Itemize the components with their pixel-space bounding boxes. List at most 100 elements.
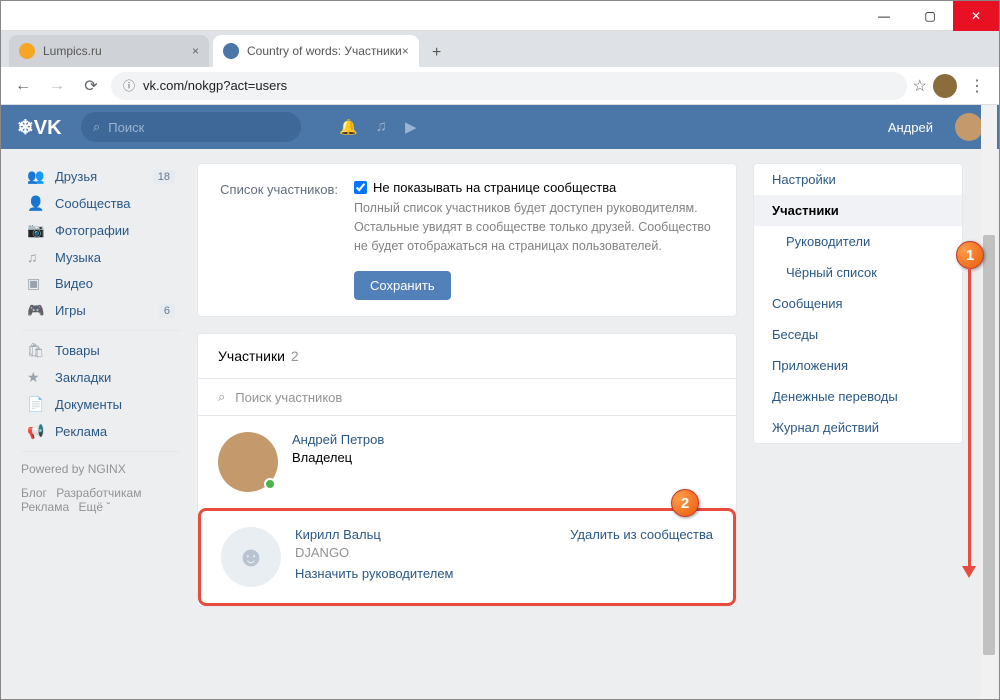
nav-documents[interactable]: 📄Документы — [21, 391, 181, 418]
footer-more[interactable]: Ещё ˇ — [78, 500, 110, 514]
music-nav-icon: ♫ — [27, 249, 45, 265]
annotation-arrow-head-icon — [962, 566, 976, 578]
save-button[interactable]: Сохранить — [354, 271, 451, 300]
viewport-scrollbar[interactable] — [981, 105, 997, 699]
right-nav: Настройки Участники Руководители Чёрный … — [753, 163, 963, 444]
member-role: Владелец — [292, 450, 716, 465]
footer-blog[interactable]: Блог — [21, 486, 47, 500]
vk-logo[interactable]: ❄VK — [17, 115, 67, 140]
nav-friends[interactable]: 👥Друзья18 — [21, 163, 181, 190]
documents-icon: 📄 — [27, 396, 45, 413]
member-avatar[interactable] — [218, 432, 278, 492]
nav-reload[interactable]: ⟳ — [77, 72, 105, 100]
rnav-chats[interactable]: Беседы — [754, 319, 962, 350]
search-icon: ⌕ — [93, 119, 100, 135]
bookmarks-icon: ★ — [27, 369, 45, 386]
nav-photos[interactable]: 📷Фотографии — [21, 217, 181, 244]
favicon-vk-icon — [223, 43, 239, 59]
video-icon: ▣ — [27, 275, 45, 292]
members-search[interactable]: ⌕ Поиск участников — [198, 379, 736, 416]
members-card: Участники 2 ⌕ Поиск участников Андрей Пе… — [197, 333, 737, 607]
bell-icon[interactable]: 🔔 — [339, 118, 358, 136]
tab-lumpics[interactable]: Lumpics.ru × — [9, 35, 209, 67]
bookmark-star[interactable]: ☆ — [913, 76, 927, 96]
friends-icon: 👥 — [27, 168, 45, 185]
favicon-lumpics-icon — [19, 43, 35, 59]
footer-powered: Powered by NGINX — [21, 462, 181, 476]
communities-icon: 👤 — [27, 195, 45, 212]
nav-communities[interactable]: 👤Сообщества — [21, 190, 181, 217]
rnav-messages[interactable]: Сообщения — [754, 288, 962, 319]
members-heading: Участники 2 — [198, 334, 736, 379]
page-body: 👥Друзья18 👤Сообщества 📷Фотографии ♫Музык… — [1, 149, 999, 623]
member-avatar[interactable]: ☻ — [221, 527, 281, 587]
nav-market[interactable]: 🛍Товары — [21, 337, 181, 364]
browser-menu[interactable]: ⋮ — [963, 76, 991, 96]
callout-1: 1 — [956, 241, 984, 269]
rnav-settings[interactable]: Настройки — [754, 164, 962, 195]
header-icons: 🔔 ♫ ▶ — [339, 118, 416, 136]
settings-card: Список участников: Не показывать на стра… — [197, 163, 737, 317]
badge: 18 — [153, 170, 175, 184]
header-username[interactable]: Андрей — [888, 120, 933, 135]
tab-label: Country of words: Участники — [247, 44, 402, 58]
nav-back[interactable]: ← — [9, 72, 37, 100]
vk-search[interactable]: ⌕ Поиск — [81, 112, 301, 142]
lock-icon: ⓘ — [123, 77, 135, 94]
remove-from-community-link[interactable]: Удалить из сообщества — [570, 527, 713, 542]
setting-description: Полный список участников будет доступен … — [354, 199, 716, 255]
center-column: Список участников: Не показывать на стра… — [197, 163, 737, 623]
member-row: Андрей Петров Владелец — [198, 416, 736, 508]
nav-music[interactable]: ♫Музыка — [21, 244, 181, 270]
vk-header: ❄VK ⌕ Поиск 🔔 ♫ ▶ Андрей — [1, 105, 999, 149]
rnav-blacklist[interactable]: Чёрный список — [754, 257, 962, 288]
assign-admin-link[interactable]: Назначить руководителем — [295, 566, 454, 581]
tab-close-icon[interactable]: × — [402, 44, 409, 58]
nav-ads[interactable]: 📢Реклама — [21, 418, 181, 445]
nav-video[interactable]: ▣Видео — [21, 270, 181, 297]
header-avatar[interactable] — [955, 113, 983, 141]
music-icon[interactable]: ♫ — [376, 118, 387, 136]
checkbox-input[interactable] — [354, 181, 367, 194]
setting-label: Список участников: — [218, 180, 338, 255]
address-bar: ← → ⟳ ⓘ vk.com/nokgp?act=users ☆ ⋮ — [1, 67, 999, 105]
left-nav: 👥Друзья18 👤Сообщества 📷Фотографии ♫Музык… — [21, 163, 181, 623]
profile-avatar[interactable] — [933, 74, 957, 98]
footer-ads[interactable]: Реклама — [21, 500, 69, 514]
footer-dev[interactable]: Разработчикам — [56, 486, 141, 500]
omnibox[interactable]: ⓘ vk.com/nokgp?act=users — [111, 72, 907, 100]
viewport: ❄VK ⌕ Поиск 🔔 ♫ ▶ Андрей 👥Друзья18 👤Сооб… — [1, 105, 999, 699]
photos-icon: 📷 — [27, 222, 45, 239]
tab-close-icon[interactable]: × — [192, 44, 199, 58]
nav-bookmarks[interactable]: ★Закладки — [21, 364, 181, 391]
rnav-members[interactable]: Участники — [754, 195, 962, 226]
tab-vk[interactable]: Country of words: Участники × — [213, 35, 419, 67]
member-extra: DJANGO — [295, 545, 713, 560]
rnav-apps[interactable]: Приложения — [754, 350, 962, 381]
tab-label: Lumpics.ru — [43, 44, 102, 58]
url-text: vk.com/nokgp?act=users — [143, 78, 287, 93]
browser-window: — ▢ ✕ Lumpics.ru × Country of words: Уча… — [0, 0, 1000, 700]
market-icon: 🛍 — [27, 342, 45, 359]
hide-members-checkbox[interactable]: Не показывать на странице сообщества — [354, 180, 716, 195]
member-row-highlighted: ☻ Кирилл Вальц DJANGO Назначить руководи… — [198, 508, 736, 606]
window-close[interactable]: ✕ — [953, 1, 999, 31]
search-icon: ⌕ — [218, 389, 225, 405]
scrollbar-thumb[interactable] — [983, 235, 995, 655]
nav-forward: → — [43, 72, 71, 100]
rnav-money[interactable]: Денежные переводы — [754, 381, 962, 412]
play-icon[interactable]: ▶ — [405, 118, 417, 136]
window-maximize[interactable]: ▢ — [907, 1, 953, 31]
member-name[interactable]: Андрей Петров — [292, 432, 716, 447]
badge: 6 — [159, 304, 175, 318]
footer-links: Блог Разработчикам Реклама Ещё ˇ — [21, 486, 181, 514]
rnav-log[interactable]: Журнал действий — [754, 412, 962, 443]
members-count: 2 — [291, 348, 299, 364]
online-indicator-icon — [264, 478, 276, 490]
window-minimize[interactable]: — — [861, 1, 907, 31]
new-tab-button[interactable]: + — [423, 39, 451, 67]
search-placeholder: Поиск — [108, 120, 144, 135]
tab-strip: Lumpics.ru × Country of words: Участники… — [1, 31, 999, 67]
nav-games[interactable]: 🎮Игры6 — [21, 297, 181, 324]
rnav-admins[interactable]: Руководители — [754, 226, 962, 257]
